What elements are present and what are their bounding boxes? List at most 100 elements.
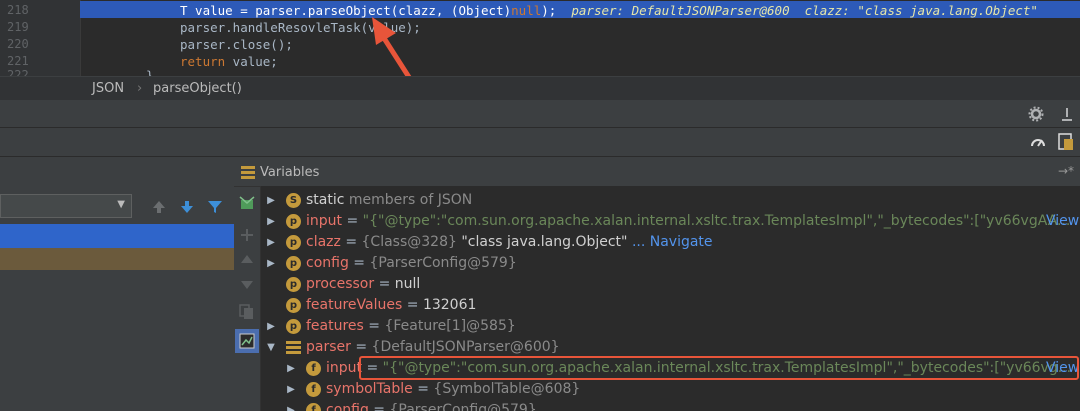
- view-link[interactable]: View: [1046, 211, 1079, 232]
- code-keyword: null: [511, 3, 542, 18]
- chevron-down-icon: ▼: [117, 199, 125, 210]
- move-down-icon[interactable]: [240, 280, 254, 290]
- arrow-up-icon[interactable]: [152, 200, 166, 214]
- code-text: }: [146, 68, 154, 76]
- collapse-arrow-icon[interactable]: ▼: [265, 337, 277, 358]
- variable-name: static: [306, 192, 345, 208]
- variable-ref: {DefaultJSONParser@600}: [371, 339, 560, 355]
- variable-name: input: [326, 360, 363, 376]
- variable-ref: {ParserConfig@579}: [369, 255, 517, 271]
- variable-row[interactable]: ▶ p features = {Feature[1]@585}: [261, 316, 1080, 337]
- expand-arrow-icon[interactable]: ▶: [285, 379, 297, 400]
- expand-arrow-icon[interactable]: ▶: [265, 190, 277, 211]
- annotation-highlight-box: [359, 356, 1079, 380]
- line-number: 219: [7, 20, 29, 34]
- code-line-221[interactable]: return value;: [180, 53, 278, 70]
- variable-name: config: [326, 402, 369, 411]
- variable-name: clazz: [306, 234, 341, 250]
- variable-row[interactable]: ▶ p clazz = {Class@328} "class java.lang…: [261, 232, 1080, 253]
- variables-title: Variables: [260, 165, 320, 180]
- variable-ref: {SymbolTable@608}: [433, 381, 581, 397]
- field-badge-icon: f: [306, 382, 321, 397]
- chart-view-icon: [239, 333, 255, 349]
- variable-row[interactable]: ▶ f symbolTable = {SymbolTable@608}: [261, 379, 1080, 400]
- variable-row[interactable]: ▶ p input = "{"@type":"com.sun.org.apach…: [261, 211, 1080, 232]
- code-line-218[interactable]: T value = parser.parseObject(clazz, (Obj…: [180, 2, 1038, 19]
- line-gutter: 218 219 220 221 222: [0, 0, 81, 76]
- equals-sign: =: [402, 297, 423, 313]
- expand-arrow-icon[interactable]: ▶: [265, 253, 277, 274]
- equals-sign: =: [374, 276, 395, 292]
- debug-subtoolbar: [0, 128, 1080, 156]
- variable-name: input: [306, 213, 343, 229]
- frame-row-selected[interactable]: [0, 224, 234, 248]
- expand-arrow-icon[interactable]: ▶: [285, 400, 297, 411]
- frame-row-highlight[interactable]: [0, 248, 234, 270]
- code-line-222[interactable]: }: [146, 67, 154, 76]
- variable-name: processor: [306, 276, 375, 292]
- copy-icon[interactable]: [239, 304, 255, 320]
- code-text: value;: [225, 54, 278, 69]
- variable-desc: members of JSON: [344, 192, 473, 208]
- variable-row[interactable]: p featureValues = 132061: [261, 295, 1080, 316]
- equals-sign: =: [368, 402, 390, 411]
- line-number: 220: [7, 37, 29, 51]
- expand-arrow-icon[interactable]: ▶: [265, 211, 277, 232]
- variable-ref: {Class@328}: [361, 234, 462, 250]
- evaluate-expression-icon[interactable]: [238, 194, 256, 212]
- pin-icon[interactable]: [1060, 106, 1074, 122]
- field-badge-icon: f: [306, 403, 321, 411]
- arrow-down-icon[interactable]: [180, 200, 194, 214]
- code-editor[interactable]: 218 219 220 221 222 T value = parser.par…: [0, 0, 1080, 76]
- equals-sign: =: [363, 318, 385, 334]
- param-badge-icon: p: [286, 214, 301, 229]
- variable-name: featureValues: [306, 297, 403, 313]
- variable-ref: {Feature[1]@585}: [384, 318, 516, 334]
- line-number: 218: [7, 3, 29, 17]
- param-badge-icon: p: [286, 277, 301, 292]
- variables-vertical-toolbar: [234, 186, 261, 411]
- frames-panel: ▼: [0, 160, 234, 411]
- expand-arrow-icon[interactable]: ▶: [265, 316, 277, 337]
- variable-row[interactable]: ▶ f config = {ParserConfig@579}: [261, 400, 1080, 411]
- equals-sign: =: [340, 234, 362, 250]
- param-badge-icon: p: [286, 235, 301, 250]
- variable-name: features: [306, 318, 364, 334]
- settings-icon[interactable]: [1028, 106, 1044, 122]
- variable-ref: {ParserConfig@579}: [389, 402, 537, 411]
- variable-value: "class java.lang.Object": [461, 234, 628, 250]
- variable-name: symbolTable: [326, 381, 413, 397]
- variables-header: Variables →*: [234, 160, 1080, 187]
- annotation-arrow-icon: [372, 17, 412, 76]
- restore-layout-icon[interactable]: [1058, 133, 1074, 151]
- variable-name: parser: [306, 339, 351, 355]
- expand-arrow-icon[interactable]: ▶: [285, 358, 297, 379]
- variable-row[interactable]: ▼ parser = {DefaultJSONParser@600}: [261, 337, 1080, 358]
- static-badge-icon: S: [286, 193, 301, 208]
- expand-arrow-icon[interactable]: ▶: [265, 232, 277, 253]
- filter-icon[interactable]: [207, 200, 223, 214]
- code-text: parser.close();: [180, 37, 293, 52]
- variable-value: "{"@type":"com.sun.org.apache.xalan.inte…: [362, 213, 1071, 229]
- equals-sign: =: [342, 213, 363, 229]
- variables-icon: [241, 166, 255, 179]
- code-line-220[interactable]: parser.close();: [180, 36, 293, 53]
- move-up-icon[interactable]: [240, 254, 254, 264]
- inline-debug-values: parser: DefaultJSONParser@600 clazz: "cl…: [556, 3, 1038, 18]
- variable-row[interactable]: p processor = null: [261, 274, 1080, 295]
- toggle-view-button[interactable]: [235, 329, 259, 353]
- variable-row[interactable]: ▶ p config = {ParserConfig@579}: [261, 253, 1080, 274]
- breadcrumb-item-parseobject[interactable]: parseObject(): [153, 81, 242, 96]
- line-number: 222: [7, 68, 29, 76]
- gauge-icon[interactable]: [1030, 134, 1046, 150]
- field-badge-icon: f: [306, 361, 321, 376]
- code-text: T value = parser.parseObject(clazz, (Obj…: [180, 3, 512, 18]
- variable-value: null: [394, 276, 421, 292]
- thread-dropdown[interactable]: ▼: [0, 194, 132, 218]
- navigate-link[interactable]: ... Navigate: [632, 234, 713, 250]
- equals-sign: =: [350, 339, 372, 355]
- plus-icon[interactable]: [240, 228, 254, 242]
- breadcrumb-item-json[interactable]: JSON: [92, 81, 124, 96]
- restore-icon[interactable]: →*: [1058, 164, 1074, 178]
- variable-row[interactable]: ▶ S static members of JSON: [261, 190, 1080, 211]
